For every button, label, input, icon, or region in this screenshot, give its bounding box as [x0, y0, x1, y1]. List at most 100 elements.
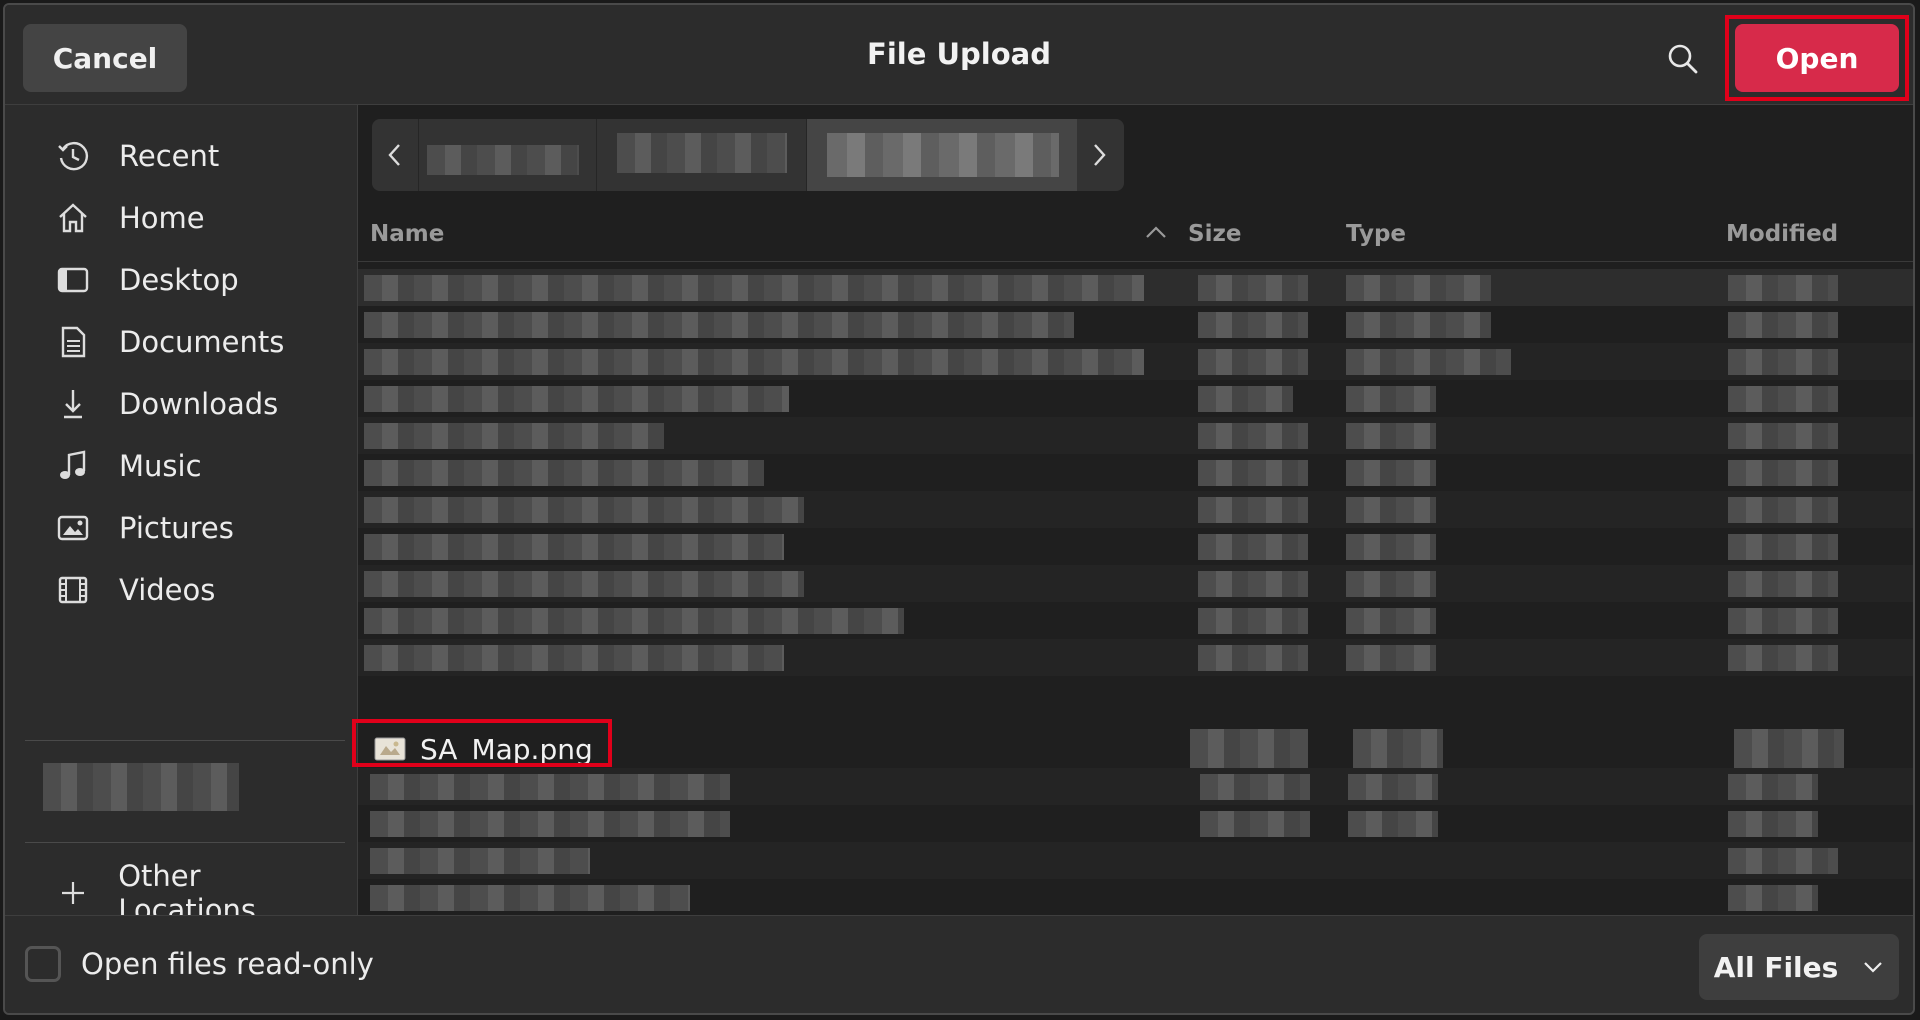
redacted-date	[1728, 460, 1838, 486]
redacted-date	[1728, 275, 1838, 301]
column-name[interactable]: Name	[370, 221, 444, 247]
redacted-name	[364, 571, 804, 597]
dialog-title: File Upload	[867, 37, 1051, 71]
file-row[interactable]	[358, 602, 1913, 639]
file-row[interactable]	[358, 491, 1913, 528]
open-button-highlight	[1725, 15, 1909, 101]
redacted-name	[364, 386, 789, 412]
redacted-date	[1728, 848, 1838, 874]
redacted-type	[1346, 312, 1491, 338]
sidebar-item-label: Recent	[119, 139, 220, 173]
column-modified[interactable]: Modified	[1726, 221, 1838, 247]
file-browser-main: Name Size Type Modified SA_Map.png	[352, 105, 1913, 916]
file-row-sa-map[interactable]: SA_Map.png	[352, 719, 1913, 769]
redacted-name	[364, 608, 904, 634]
redacted-name	[364, 349, 1144, 375]
path-crumb[interactable]	[418, 119, 597, 191]
redacted-size	[1198, 608, 1308, 634]
plus-icon	[53, 873, 92, 913]
redacted-type	[1346, 423, 1436, 449]
desktop-icon	[53, 260, 93, 300]
sidebar-item-recent[interactable]: Recent	[23, 124, 343, 188]
sidebar-item-home[interactable]: Home	[23, 186, 343, 250]
redacted-size	[1198, 349, 1308, 375]
file-row[interactable]	[358, 528, 1913, 565]
chevron-down-icon	[1838, 960, 1884, 974]
redacted-name	[364, 645, 784, 671]
file-upload-dialog: Cancel File Upload Open 1 Recent Home De…	[3, 3, 1915, 1015]
sidebar-item-label: Pictures	[119, 511, 234, 545]
redacted-bookmark[interactable]	[43, 763, 239, 811]
sidebar-item-videos[interactable]: Videos	[23, 558, 343, 622]
redacted-name	[364, 460, 764, 486]
file-row[interactable]	[358, 639, 1913, 676]
sidebar-item-label: Documents	[119, 325, 285, 359]
redacted-name	[364, 423, 664, 449]
redacted-name	[370, 848, 590, 874]
redacted-date	[1728, 608, 1838, 634]
redacted-type	[1346, 275, 1491, 301]
file-row[interactable]	[358, 805, 1913, 842]
redacted-date	[1728, 645, 1838, 671]
sort-ascending-icon[interactable]	[1144, 225, 1168, 239]
redacted-size	[1198, 534, 1308, 560]
redacted-name	[370, 885, 690, 911]
file-row[interactable]	[358, 380, 1913, 417]
redacted-date	[1728, 534, 1838, 560]
redacted-size	[1198, 312, 1308, 338]
search-icon[interactable]	[1663, 39, 1703, 79]
redacted-type	[1346, 645, 1436, 671]
sidebar-item-label: Desktop	[119, 263, 239, 297]
cancel-button[interactable]: Cancel	[23, 24, 187, 92]
file-row[interactable]	[358, 565, 1913, 602]
file-row[interactable]	[358, 417, 1913, 454]
download-icon	[53, 384, 93, 424]
redacted-type	[1346, 349, 1511, 375]
redacted-date	[1728, 774, 1818, 800]
file-highlight	[352, 719, 612, 767]
redacted-date	[1728, 885, 1818, 911]
sidebar-item-music[interactable]: Music	[23, 434, 343, 498]
file-row[interactable]	[358, 454, 1913, 491]
redacted-size	[1198, 497, 1308, 523]
path-crumb-current[interactable]	[806, 119, 1077, 191]
sidebar-divider	[25, 740, 345, 741]
file-filter-dropdown[interactable]: All Files	[1699, 934, 1899, 1000]
redacted-name	[364, 312, 1074, 338]
file-row[interactable]	[358, 842, 1913, 879]
redacted-size	[1198, 460, 1308, 486]
file-row[interactable]	[358, 343, 1913, 380]
redacted-size	[1198, 645, 1308, 671]
redacted-date	[1728, 386, 1838, 412]
sidebar-item-pictures[interactable]: Pictures	[23, 496, 343, 560]
redacted-type	[1346, 608, 1436, 634]
redacted-type	[1348, 811, 1438, 837]
chevron-right-icon[interactable]	[1076, 119, 1122, 191]
file-row[interactable]	[358, 306, 1913, 343]
chevron-left-icon[interactable]	[372, 119, 418, 191]
sidebar-divider	[25, 842, 345, 843]
file-row[interactable]	[358, 269, 1913, 306]
file-row[interactable]	[358, 879, 1913, 916]
redacted-size	[1190, 729, 1308, 769]
redacted-type	[1346, 534, 1436, 560]
redacted-size	[1198, 275, 1308, 301]
path-crumb[interactable]	[596, 119, 807, 191]
sidebar-item-documents[interactable]: Documents	[23, 310, 343, 374]
readonly-checkbox[interactable]	[25, 946, 61, 982]
redacted-name	[370, 774, 730, 800]
column-type[interactable]: Type	[1346, 221, 1406, 247]
readonly-label: Open files read-only	[81, 947, 374, 981]
sidebar-item-desktop[interactable]: Desktop	[23, 248, 343, 312]
file-row[interactable]	[358, 768, 1913, 805]
redacted-date	[1728, 312, 1838, 338]
filter-label: All Files	[1713, 950, 1839, 984]
column-size[interactable]: Size	[1188, 221, 1241, 247]
redacted-name	[370, 811, 730, 837]
redacted-size	[1200, 774, 1310, 800]
sidebar-item-downloads[interactable]: Downloads	[23, 372, 343, 436]
redacted-date	[1728, 423, 1838, 449]
redacted-name	[364, 497, 804, 523]
redacted-name	[364, 534, 784, 560]
home-icon	[53, 198, 93, 238]
